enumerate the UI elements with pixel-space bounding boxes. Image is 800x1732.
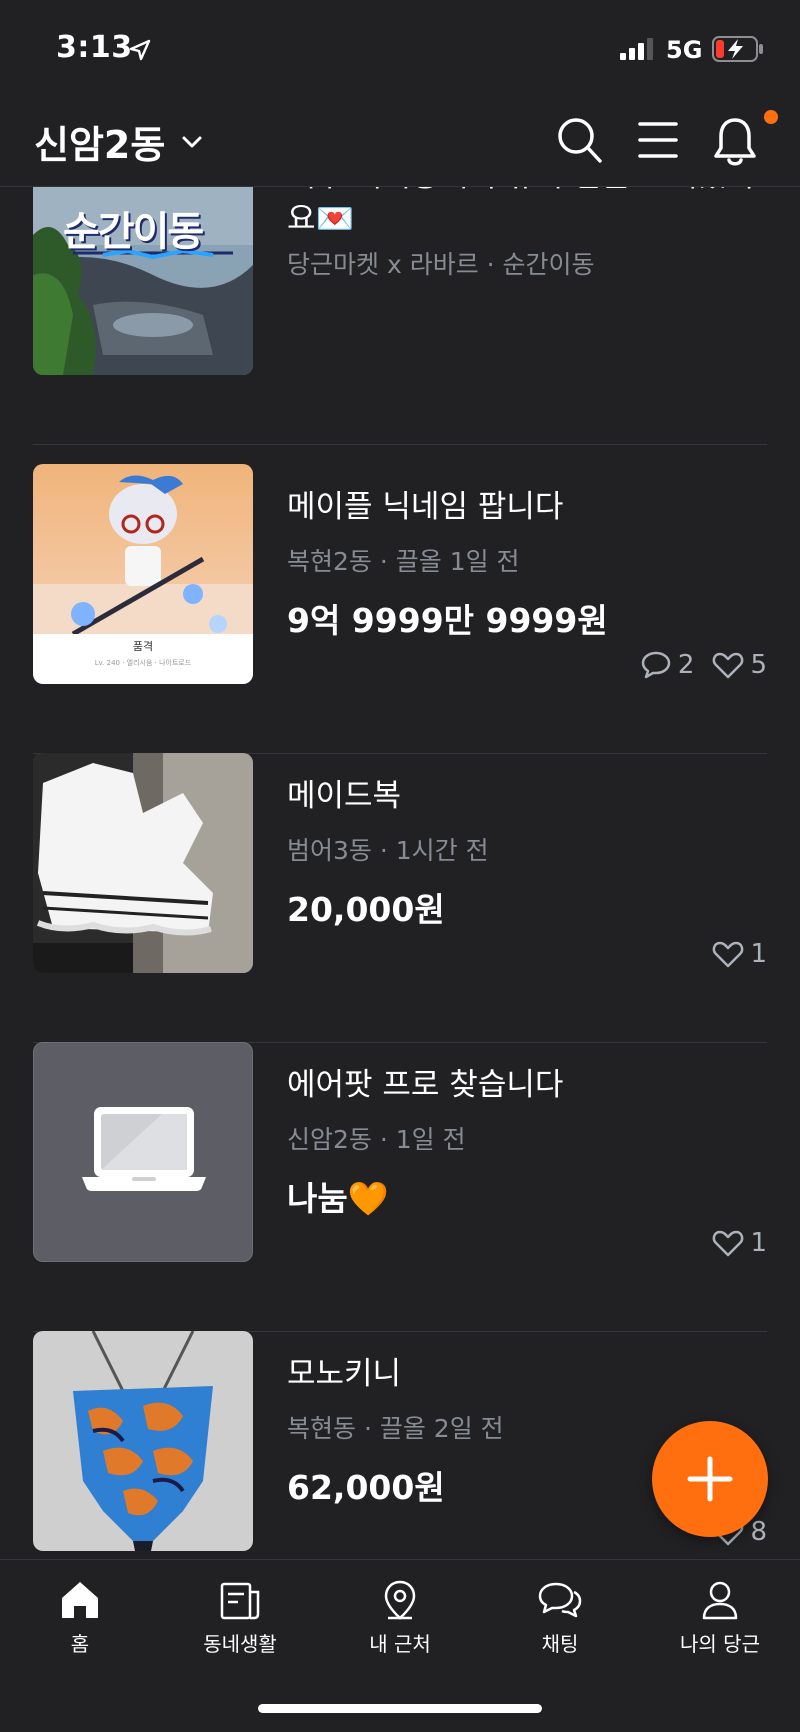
chevron-down-icon[interactable] <box>180 130 204 154</box>
like-count-value: 1 <box>750 939 767 969</box>
item-thumbnail <box>33 1331 253 1551</box>
game-character-image <box>33 475 253 634</box>
bell-icon[interactable] <box>714 116 756 168</box>
plus-icon <box>687 1456 733 1502</box>
item-price: 나눔🧡 <box>287 1179 389 1218</box>
app-header: 신암2동 <box>0 100 800 187</box>
item-thumbnail <box>33 1042 253 1262</box>
item-stats: 1 <box>700 939 767 969</box>
tab-label: 내 근처 <box>369 1632 431 1656</box>
item-title: 메이드복 <box>287 778 402 814</box>
heart-icon <box>713 941 744 968</box>
location-selector[interactable]: 신암2동 <box>34 114 165 169</box>
item-stats: 1 <box>700 1228 767 1258</box>
item-meta: 당근마켓 x 라바르 · 순간이동 <box>287 250 595 279</box>
home-indicator[interactable] <box>258 1704 542 1713</box>
item-title: 메이플 닉네임 팝니다 <box>287 489 564 525</box>
item-meta: 범어3동 · 1시간 전 <box>287 836 489 865</box>
item-price: 9억 9999만 9999원 <box>287 601 608 640</box>
laptop-placeholder-icon <box>82 1107 206 1191</box>
tab-chat[interactable]: 채팅 <box>480 1578 640 1657</box>
tab-neighborhood[interactable]: 동네생활 <box>160 1578 320 1657</box>
tab-label: 동네생활 <box>203 1632 277 1656</box>
search-icon[interactable] <box>556 116 604 166</box>
tab-home[interactable]: 홈 <box>0 1578 160 1657</box>
location-arrow-icon <box>129 39 151 61</box>
tab-label: 나의 당근 <box>680 1632 760 1656</box>
item-title: 제주 서귀동에서 유지 님을 초대했어요💌 <box>287 187 754 237</box>
item-title: 에어팟 프로 찾습니다 <box>287 1067 564 1103</box>
status-time: 3:13 <box>56 30 133 65</box>
maid-dress-photo <box>33 753 253 973</box>
location-pin-icon <box>384 1580 416 1620</box>
thumbnail-caption: 품격 <box>132 640 154 653</box>
swimsuit-photo <box>33 1331 253 1551</box>
item-title: 모노키니 <box>287 1356 402 1392</box>
tab-nearby[interactable]: 내 근처 <box>320 1578 480 1657</box>
signal-icon <box>620 38 653 60</box>
home-icon <box>62 1582 98 1618</box>
like-count-value: 1 <box>750 1228 767 1258</box>
item-thumbnail: 품격 Lv. 240 · 엘리시움 · 나이트로드 <box>33 464 253 684</box>
like-count: 1 <box>712 939 767 969</box>
add-item-button[interactable] <box>652 1421 768 1537</box>
network-type: 5G <box>666 36 703 64</box>
item-stats: 2 5 <box>628 650 767 680</box>
battery-charging-icon <box>712 36 763 62</box>
chat-count-value: 2 <box>677 650 695 680</box>
item-thumbnail: 순간이동 <box>33 187 253 375</box>
heart-icon <box>713 652 744 679</box>
list-item[interactable]: 메이드복 범어3동 · 1시간 전 20,000원 1 <box>33 753 767 1043</box>
list-item[interactable]: 순간이동 제주 서귀동에서 유지 님을 초대했어요💌 당근마켓 x 라바르 · … <box>33 187 767 445</box>
heart-icon <box>713 1230 744 1257</box>
thumbnail-subcaption: Lv. 240 · 엘리시움 · 나이트로드 <box>94 659 192 667</box>
list-item[interactable]: 품격 Lv. 240 · 엘리시움 · 나이트로드 메이플 닉네임 팝니다 복현… <box>33 464 767 754</box>
newspaper-icon <box>220 1582 260 1620</box>
item-meta: 신암2동 · 1일 전 <box>287 1125 466 1154</box>
tab-label: 채팅 <box>541 1632 579 1656</box>
list-item[interactable]: 에어팟 프로 찾습니다 신암2동 · 1일 전 나눔🧡 1 <box>33 1042 767 1332</box>
item-price: 20,000원 <box>287 890 445 929</box>
chat-icon <box>641 651 671 679</box>
chat-bubbles-icon <box>538 1582 582 1618</box>
item-price: 62,000원 <box>287 1468 445 1507</box>
thumbnail-text: 순간이동 <box>63 209 204 255</box>
item-meta: 복현동 · 끌올 2일 전 <box>287 1414 504 1443</box>
tab-my-karrot[interactable]: 나의 당근 <box>640 1578 800 1657</box>
chat-count: 2 <box>640 650 695 680</box>
person-icon <box>702 1581 738 1620</box>
menu-icon[interactable] <box>638 116 678 166</box>
tab-label: 홈 <box>70 1632 90 1656</box>
status-bar: 3:13 5G <box>0 0 800 100</box>
notification-badge <box>764 110 778 124</box>
item-thumbnail <box>33 753 253 973</box>
item-meta: 복현2동 · 끌올 1일 전 <box>287 547 520 576</box>
like-count: 1 <box>712 1228 767 1258</box>
item-feed: 순간이동 제주 서귀동에서 유지 님을 초대했어요💌 당근마켓 x 라바르 · … <box>0 187 800 1559</box>
like-count-value: 5 <box>750 650 767 680</box>
like-count: 5 <box>712 650 767 680</box>
